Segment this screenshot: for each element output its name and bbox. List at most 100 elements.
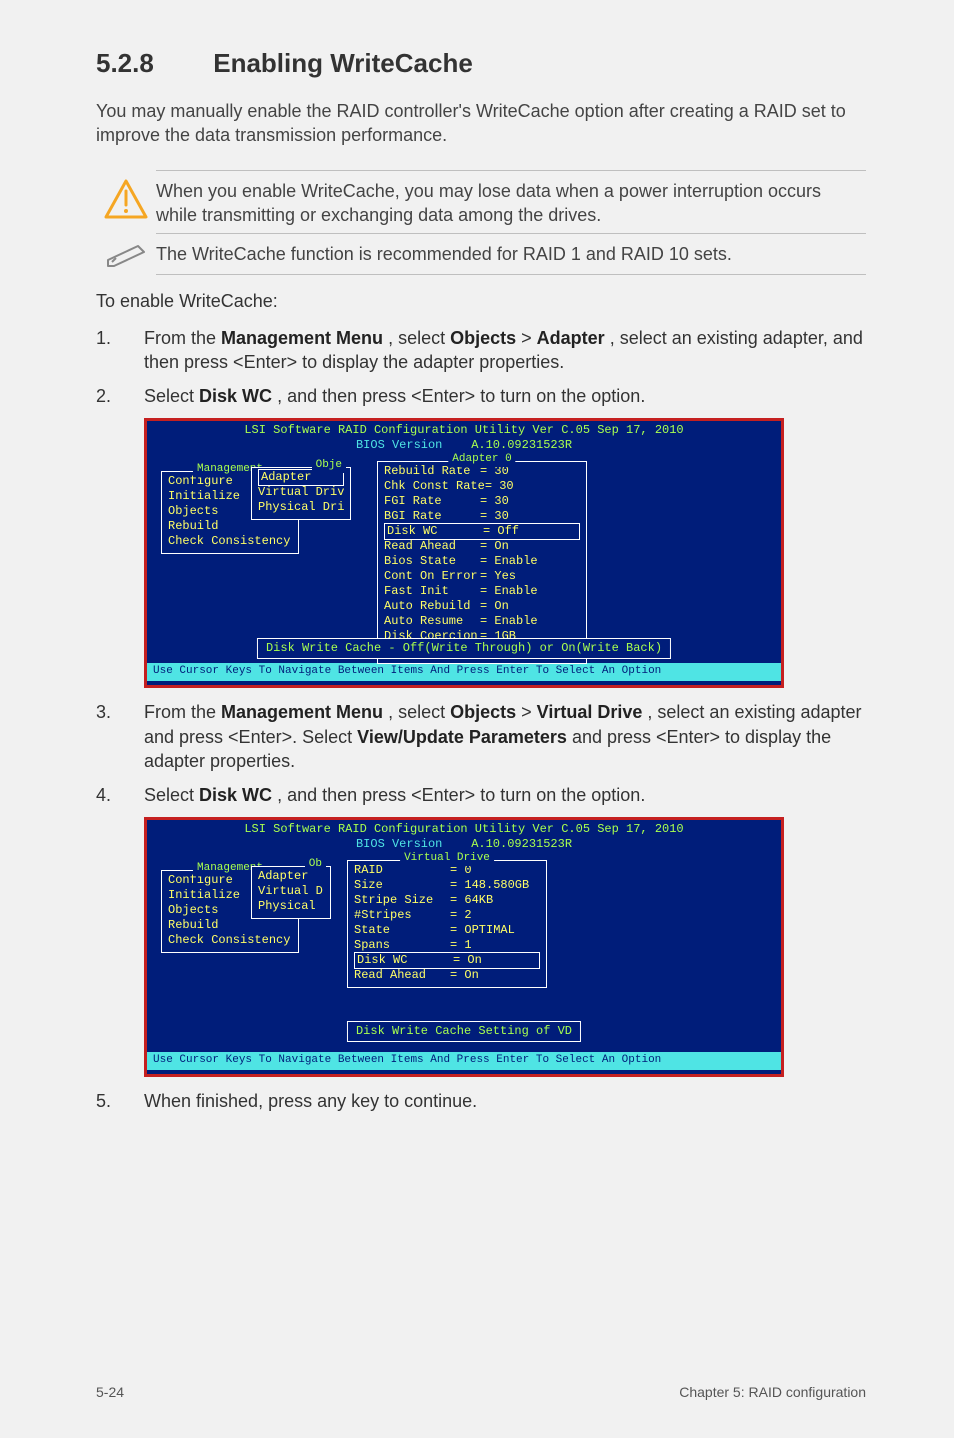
text: From the (144, 328, 221, 348)
tui-window: LSI Software RAID Configuration Utility … (144, 418, 784, 688)
property-key: Spans (354, 938, 450, 953)
step-body: From the Management Menu , select Object… (144, 326, 866, 375)
note-text: The WriteCache function is recommended f… (156, 240, 866, 266)
property-row[interactable]: Read Ahead= On (384, 539, 580, 554)
menu-header: Obje (312, 459, 346, 473)
property-row[interactable]: Size= 148.580GB (354, 878, 540, 893)
menu-item[interactable]: Check Consistency (168, 933, 292, 948)
menu-header: Ob (305, 858, 326, 872)
bold: Adapter (537, 328, 605, 348)
virtual-drive-properties[interactable]: Virtual Drive RAID= 0Size= 148.580GBStri… (347, 860, 547, 988)
section-title: Enabling WriteCache (213, 48, 473, 78)
pencil-icon (96, 240, 156, 268)
bold: Management Menu (221, 702, 383, 722)
property-row[interactable]: Disk WC= On (354, 952, 540, 969)
property-key: Disk WC (387, 524, 483, 539)
property-row[interactable]: Chk Const Rate= 30 (384, 479, 580, 494)
text: , select (388, 328, 450, 348)
property-value: = Yes (480, 569, 516, 584)
property-value: = 1 (450, 938, 472, 953)
bold: Objects (450, 702, 516, 722)
step-body: Select Disk WC , and then press <Enter> … (144, 384, 866, 408)
property-key: Fast Init (384, 584, 480, 599)
property-key: Auto Resume (384, 614, 480, 629)
property-row[interactable]: Stripe Size= 64KB (354, 893, 540, 908)
page-footer: 5-24 Chapter 5: RAID configuration (96, 1383, 866, 1402)
property-key: State (354, 923, 450, 938)
property-value: = On (480, 599, 509, 614)
chapter-label: Chapter 5: RAID configuration (679, 1383, 866, 1402)
property-key: Bios State (384, 554, 480, 569)
property-value: = OPTIMAL (450, 923, 515, 938)
property-key: Disk WC (357, 953, 453, 968)
property-value: = 30 (480, 509, 509, 524)
text: > (521, 702, 537, 722)
property-row[interactable]: #Stripes= 2 (354, 908, 540, 923)
panel-header: Virtual Drive (400, 852, 494, 866)
menu-item[interactable]: Rebuild (168, 918, 292, 933)
property-key: Stripe Size (354, 893, 450, 908)
adapter-properties[interactable]: Adapter 0 Rebuild Rate= 30Chk Const Rate… (377, 461, 587, 664)
step-number: 3. (96, 700, 144, 773)
warning-icon (96, 177, 156, 219)
property-key: Read Ahead (384, 539, 480, 554)
property-row[interactable]: Auto Rebuild= On (384, 599, 580, 614)
menu-item[interactable]: Virtual D (258, 884, 324, 899)
property-value: = On (450, 968, 479, 983)
property-row[interactable]: Bios State= Enable (384, 554, 580, 569)
property-row[interactable]: Fast Init= Enable (384, 584, 580, 599)
bold: Virtual Drive (537, 702, 643, 722)
property-row[interactable]: Disk WC= Off (384, 523, 580, 540)
property-key: Size (354, 878, 450, 893)
property-row[interactable]: BGI Rate= 30 (384, 509, 580, 524)
step-5: 5. When finished, press any key to conti… (96, 1089, 866, 1113)
step-1: 1. From the Management Menu , select Obj… (96, 326, 866, 375)
property-row[interactable]: Read Ahead= On (354, 968, 540, 983)
page-number: 5-24 (96, 1383, 124, 1402)
step-body: Select Disk WC , and then press <Enter> … (144, 783, 866, 807)
section-heading: 5.2.8 Enabling WriteCache (96, 46, 866, 81)
property-key: BGI Rate (384, 509, 480, 524)
menu-item[interactable]: Physical (258, 899, 324, 914)
property-row[interactable]: FGI Rate= 30 (384, 494, 580, 509)
text: From the (144, 702, 221, 722)
property-row[interactable]: State= OPTIMAL (354, 923, 540, 938)
property-value: = 148.580GB (450, 878, 529, 893)
section-number: 5.2.8 (96, 46, 206, 81)
tui-bios-label: BIOS Version (356, 837, 442, 851)
tui-statusbar: Use Cursor Keys To Navigate Between Item… (147, 663, 781, 681)
tui-bios-version: A.10.09231523R (471, 837, 572, 851)
text: , select (388, 702, 450, 722)
bold: View/Update Parameters (357, 727, 567, 747)
objects-menu[interactable]: Ob Adapter Virtual D Physical (251, 866, 331, 919)
property-key: FGI Rate (384, 494, 480, 509)
callout-group: When you enable WriteCache, you may lose… (96, 170, 866, 276)
menu-item[interactable]: Virtual Driv (258, 485, 344, 500)
tui-title-line1: LSI Software RAID Configuration Utility … (244, 423, 683, 437)
tui-body: Management Configure Initialize Objects … (147, 453, 781, 663)
step-body: From the Management Menu , select Object… (144, 700, 866, 773)
menu-item[interactable]: Rebuild (168, 519, 292, 534)
tui-prompt: Disk Write Cache - Off(Write Through) or… (257, 638, 671, 659)
property-value: = On (480, 539, 509, 554)
divider (156, 274, 866, 275)
tui-bios-label: BIOS Version (356, 438, 442, 452)
property-row[interactable]: Spans= 1 (354, 938, 540, 953)
menu-item[interactable]: Physical Dri (258, 500, 344, 515)
step-2: 2. Select Disk WC , and then press <Ente… (96, 384, 866, 408)
warning-callout: When you enable WriteCache, you may lose… (96, 177, 866, 228)
warning-text: When you enable WriteCache, you may lose… (156, 177, 866, 228)
step-number: 2. (96, 384, 144, 408)
property-value: = Enable (480, 554, 538, 569)
property-row[interactable]: Cont On Error= Yes (384, 569, 580, 584)
text: Select (144, 386, 199, 406)
objects-menu[interactable]: Obje Adapter Virtual Driv Physical Dri (251, 467, 351, 520)
menu-item[interactable]: Check Consistency (168, 534, 292, 549)
property-value: = Enable (480, 584, 538, 599)
bold: Objects (450, 328, 516, 348)
divider (156, 170, 866, 171)
property-row[interactable]: Auto Resume= Enable (384, 614, 580, 629)
enable-intro: To enable WriteCache: (96, 289, 866, 313)
bold: Management Menu (221, 328, 383, 348)
step-3: 3. From the Management Menu , select Obj… (96, 700, 866, 773)
